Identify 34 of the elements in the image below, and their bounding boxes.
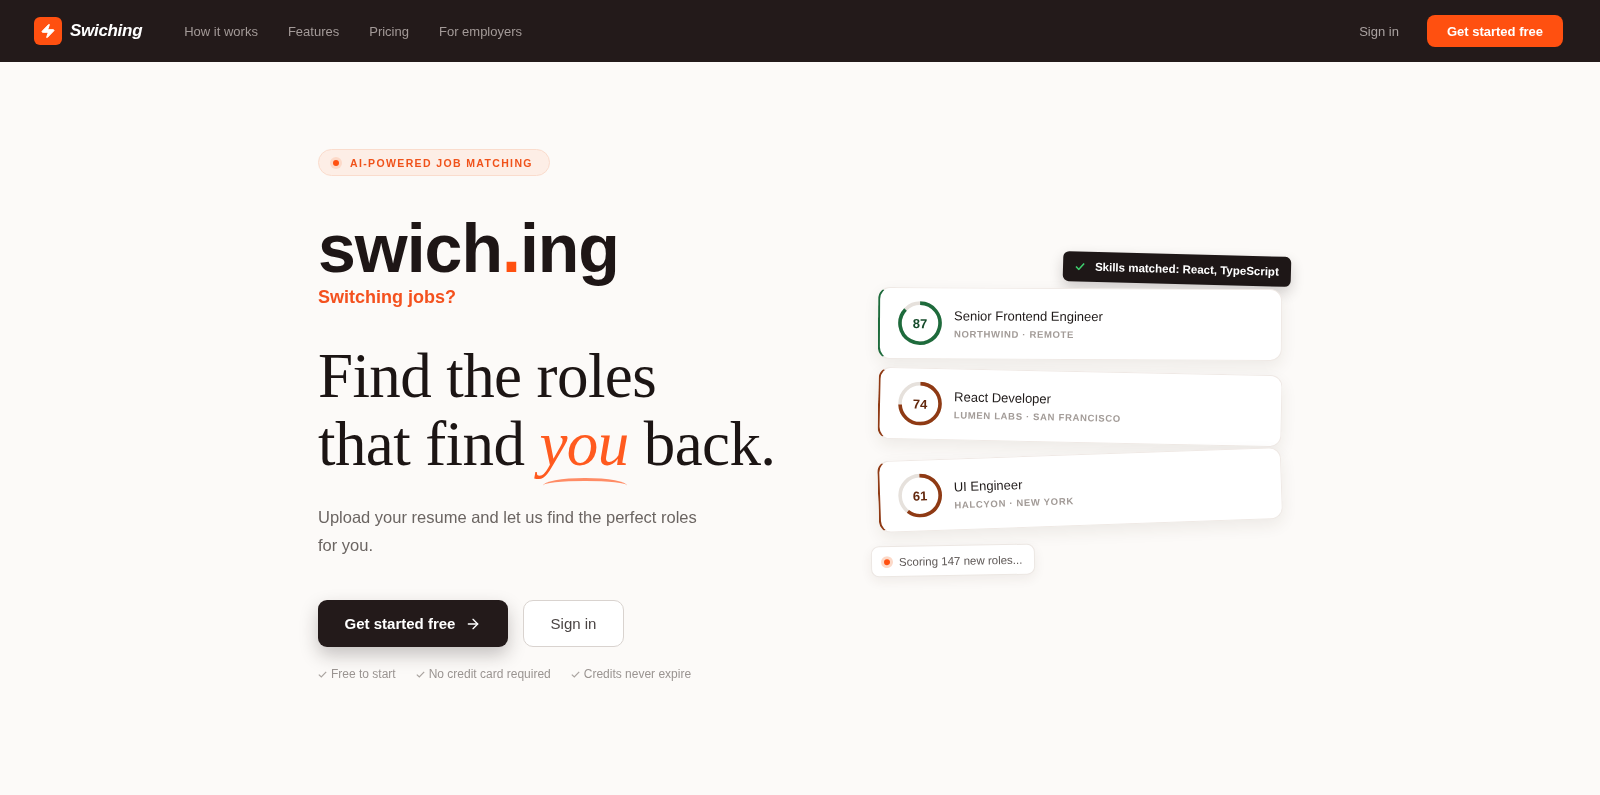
match-score: 61 [911, 487, 929, 506]
lightning-icon[interactable] [34, 17, 62, 45]
get-started-button[interactable]: Get started free [318, 600, 508, 648]
match-score: 74 [911, 395, 929, 414]
perk-text: No credit card required [428, 667, 551, 682]
job-title: UI Engineer [953, 475, 1024, 495]
sign-in-button[interactable]: Sign in [523, 600, 624, 648]
company-location: HALCYON · NEW YORK [954, 494, 1074, 511]
check-icon [570, 670, 580, 678]
perk-text: Credits never expire [583, 667, 692, 682]
nav-link[interactable]: Features [287, 23, 340, 39]
check-icon [415, 670, 425, 678]
brand-name[interactable]: Swiching [70, 21, 143, 41]
status-text: Scoring 147 new roles... [898, 553, 1023, 568]
tagline: Switching jobs? [318, 286, 456, 309]
nav-link[interactable]: How it works [184, 23, 258, 39]
job-title: React Developer [954, 389, 1053, 408]
badge-text: AI-POWERED JOB MATCHING [350, 156, 533, 169]
nav-link[interactable]: Pricing [369, 23, 409, 39]
check-icon [1075, 262, 1086, 271]
nav-link[interactable]: For employers [438, 23, 523, 39]
status-dot-icon [880, 555, 894, 568]
hero-headline: Find the roles that find you back. [318, 342, 776, 492]
match-score: 87 [911, 314, 929, 333]
company-location: LUMEN LABS · SAN FRANCISCO [953, 409, 1122, 424]
toast-text: Skills matched: React, TypeScript [1095, 261, 1280, 278]
sign-in-link[interactable]: Sign in [1359, 23, 1399, 39]
check-icon [318, 670, 327, 678]
job-title: Senior Frontend Engineer [954, 308, 1103, 324]
status-dot-icon [330, 156, 342, 169]
hero-subtitle: Upload your resume and let us find the perfect roles for you. [318, 507, 698, 557]
company-location: NORTHWIND · REMOTE [953, 328, 1076, 340]
get-started-button[interactable]: Get started free [1426, 15, 1563, 47]
perk-text: Free to start [331, 667, 396, 682]
